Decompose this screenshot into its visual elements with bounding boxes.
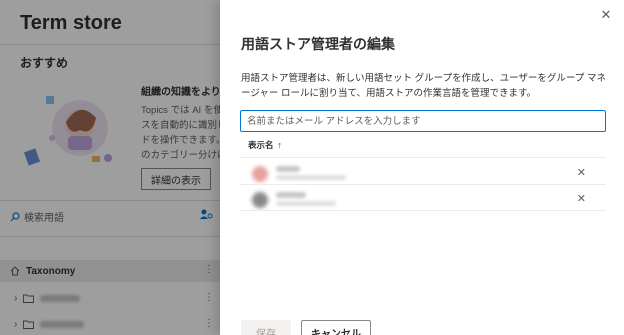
- save-button[interactable]: 保存: [241, 320, 291, 335]
- panel-description: 用語ストア管理者は、新しい用語セット グループを作成し、ユーザーをグループ マネ…: [241, 73, 606, 99]
- redacted-name: [276, 192, 306, 198]
- divider: [240, 184, 606, 185]
- people-picker-input[interactable]: [240, 110, 606, 132]
- column-header-label: 表示名: [248, 140, 274, 150]
- divider: [240, 157, 606, 158]
- redacted-name: [276, 166, 300, 172]
- admin-row: ✕: [240, 186, 606, 212]
- redacted-email: [276, 175, 346, 180]
- redacted-email: [276, 201, 336, 206]
- display-name-column-header[interactable]: 表示名 ↑: [248, 139, 282, 151]
- admin-row: ✕: [240, 160, 606, 186]
- divider: [240, 210, 606, 211]
- remove-admin-icon[interactable]: ✕: [577, 192, 586, 205]
- close-icon[interactable]: ✕: [598, 7, 614, 23]
- remove-admin-icon[interactable]: ✕: [577, 166, 586, 179]
- edit-admins-panel: ✕ 用語ストア管理者の編集 用語ストア管理者は、新しい用語セット グループを作成…: [220, 0, 624, 335]
- avatar: [252, 166, 268, 182]
- panel-title: 用語ストア管理者の編集: [241, 36, 395, 52]
- cancel-button[interactable]: キャンセル: [301, 320, 371, 335]
- sort-ascending-icon: ↑: [277, 140, 283, 150]
- avatar: [252, 192, 268, 208]
